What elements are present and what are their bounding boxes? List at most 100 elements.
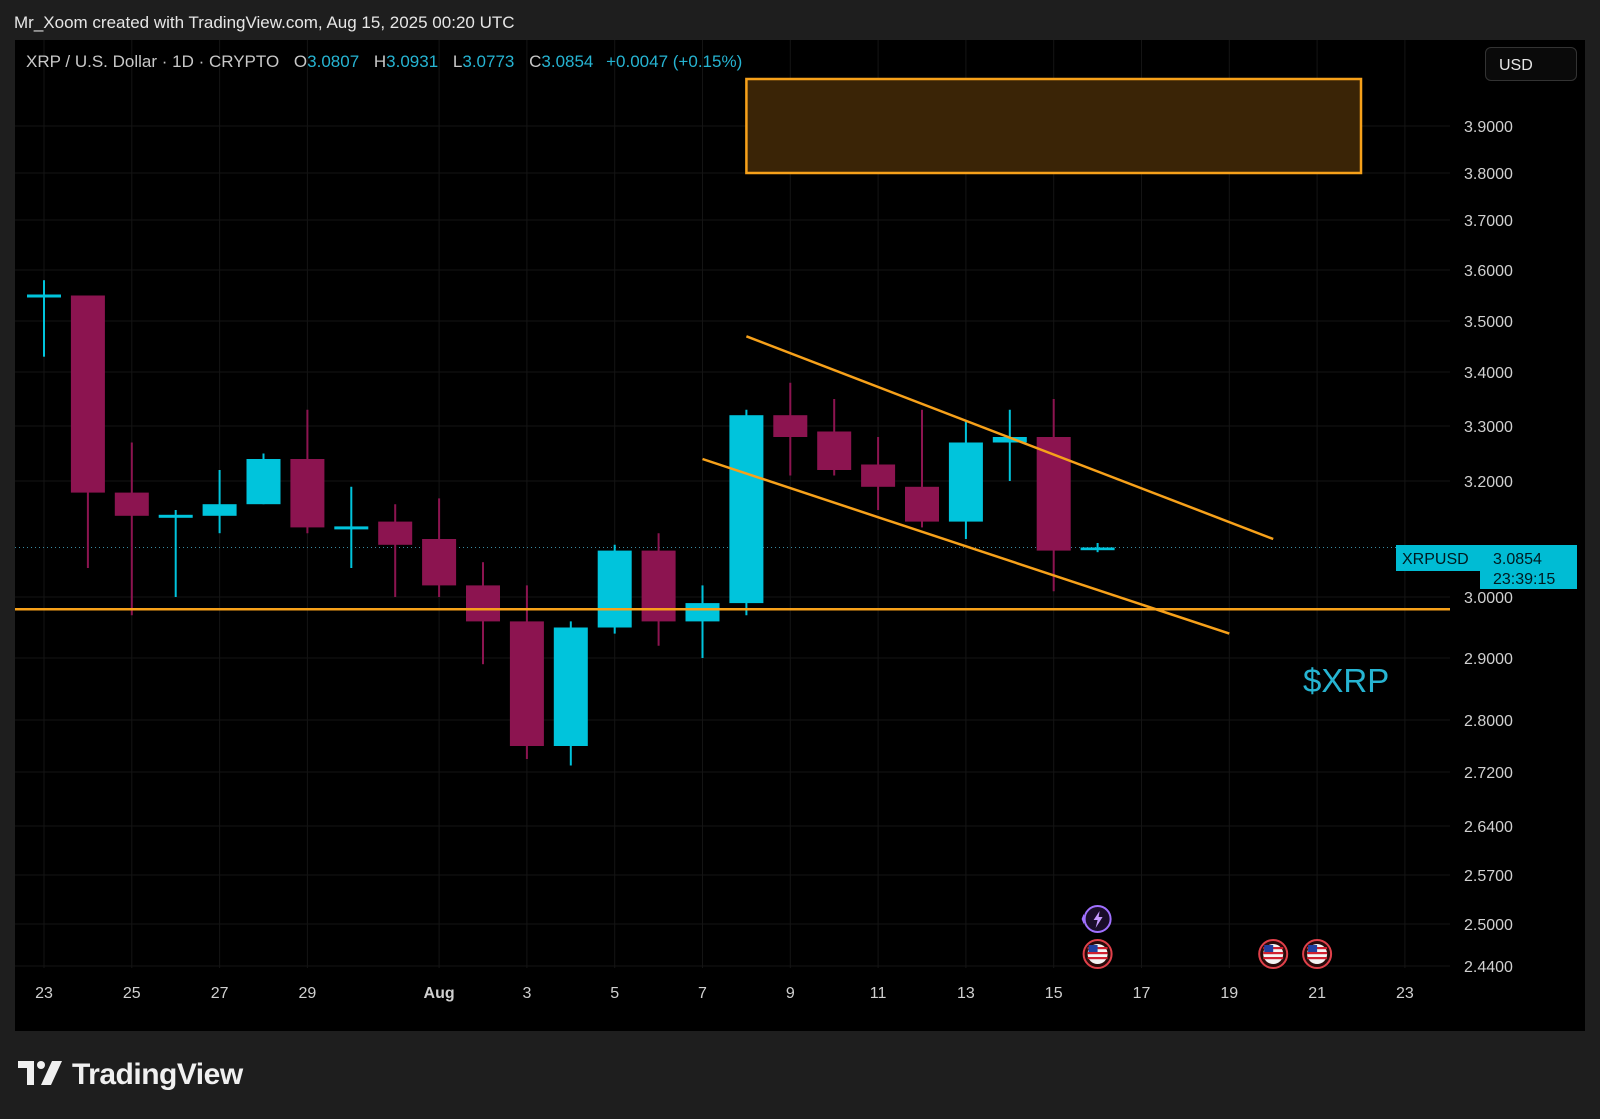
candle-19[interactable]	[861, 437, 896, 510]
us-flag-stripe	[1263, 952, 1284, 955]
candle-body	[334, 526, 369, 530]
price-tick-label: 2.5000	[1464, 917, 1513, 934]
zone-rect[interactable]	[745, 77, 1363, 175]
price-tick-label: 3.8000	[1464, 166, 1513, 183]
us-event-flag-icon[interactable]	[1258, 939, 1289, 969]
candle-body	[861, 464, 896, 487]
candle-6[interactable]	[290, 409, 325, 534]
candle-body	[641, 550, 676, 622]
price-tick-label: 2.9000	[1464, 651, 1513, 668]
time-tick-label: 9	[786, 985, 795, 1002]
open-key: O	[293, 52, 308, 71]
candle-16[interactable]	[729, 409, 764, 616]
time-tick-label: 13	[957, 985, 975, 1002]
us-flag-canton	[1308, 945, 1318, 952]
us-event-flag-icon[interactable]	[1302, 939, 1333, 969]
candle-body	[729, 415, 764, 604]
tradingview-logo-icon	[18, 1061, 62, 1085]
candle-body	[685, 603, 720, 622]
candle-22[interactable]	[992, 409, 1027, 481]
us-event-flag-icon[interactable]	[1082, 939, 1113, 969]
candle-24[interactable]	[1080, 543, 1115, 553]
event-markers[interactable]	[1081, 905, 1333, 969]
us-flag-stripe	[1263, 957, 1284, 960]
time-tick-label: 19	[1220, 985, 1238, 1002]
candle-body	[114, 492, 149, 516]
time-tick-label: 15	[1045, 985, 1063, 1002]
price-tick-label: 3.2000	[1464, 474, 1513, 491]
price-tick-label: 3.5000	[1464, 314, 1513, 331]
annotation-text[interactable]: $XRP	[1303, 662, 1389, 699]
us-flag-canton	[1264, 945, 1274, 952]
candle-11[interactable]	[509, 585, 544, 759]
price-tick-label: 3.0000	[1464, 590, 1513, 607]
candle-body	[246, 459, 281, 505]
time-tick-label: 3	[522, 985, 531, 1002]
low-key: L	[452, 52, 463, 71]
candle-body	[466, 585, 500, 622]
candle-2[interactable]	[114, 442, 149, 616]
earnings-marker-icon[interactable]	[1081, 905, 1112, 933]
price-tick-label: 3.9000	[1464, 119, 1513, 136]
price-tick-label: 2.6400	[1464, 819, 1513, 836]
candle-9[interactable]	[422, 498, 457, 597]
candle-1[interactable]	[70, 295, 105, 569]
candle-body	[1080, 547, 1115, 551]
candle-body	[817, 431, 852, 470]
price-tag-price: 3.0854	[1493, 551, 1542, 568]
candle-18[interactable]	[817, 399, 852, 476]
symbol-legend[interactable]: XRP / U.S. Dollar · 1D · CRYPTO O3.0807 …	[26, 52, 742, 72]
time-tick-label: 11	[870, 985, 887, 1002]
close-value: 3.0854	[541, 52, 594, 71]
symbol-title: XRP / U.S. Dollar · 1D · CRYPTO	[26, 52, 280, 71]
resistance-zone[interactable]	[745, 77, 1363, 175]
price-tick-label: 3.3000	[1464, 419, 1513, 436]
candle-13[interactable]	[597, 544, 632, 634]
candle-4[interactable]	[202, 470, 237, 534]
candle-14[interactable]	[641, 533, 676, 646]
candle-body	[70, 295, 105, 493]
price-tick-label: 3.7000	[1464, 213, 1513, 230]
time-axis[interactable]: 23 25 27 29 Aug 3 5 7 9 11 13 15 17 19 21 23	[35, 985, 1414, 1002]
time-tick-label: 7	[698, 985, 707, 1002]
candle-12[interactable]	[553, 621, 588, 766]
candle-body	[422, 539, 457, 586]
candle-17[interactable]	[773, 382, 808, 476]
candle-21[interactable]	[948, 420, 983, 539]
low-value: 3.0773	[462, 52, 515, 71]
candle-20[interactable]	[905, 409, 939, 528]
candle-body	[509, 621, 544, 746]
time-tick-label: 29	[299, 985, 317, 1002]
time-tick-label: Aug	[424, 985, 455, 1002]
us-flag-stripe	[1307, 952, 1328, 955]
price-tick-label: 2.4400	[1464, 959, 1513, 976]
price-tag: XRPUSD 3.0854 23:39:15	[1396, 545, 1577, 589]
candle-body	[202, 504, 237, 516]
candle-10[interactable]	[466, 562, 500, 665]
change-value: +0.0047 (+0.15%)	[606, 52, 743, 71]
candle-body	[773, 415, 808, 437]
candlestick-chart[interactable]: 3.9000 3.8000 3.7000 3.6000 3.5000 3.4000 3.30…	[0, 0, 1600, 1119]
currency-button[interactable]: USD	[1485, 47, 1577, 81]
time-tick-label: 17	[1133, 985, 1151, 1002]
price-tick-label: 2.8000	[1464, 713, 1513, 730]
candle-3[interactable]	[158, 510, 193, 597]
us-flag-stripe	[1307, 957, 1328, 960]
time-tick-label: 25	[123, 985, 141, 1002]
candle-5[interactable]	[246, 453, 281, 505]
candle-7[interactable]	[334, 486, 369, 568]
candle-8[interactable]	[378, 504, 413, 597]
time-tick-label: 27	[211, 985, 229, 1002]
candle-23[interactable]	[1036, 399, 1071, 592]
close-key: C	[529, 52, 542, 71]
candles	[27, 280, 1115, 766]
time-tick-label: 23	[1396, 985, 1414, 1002]
candle-0[interactable]	[27, 280, 61, 357]
high-value: 3.0931	[386, 52, 439, 71]
candle-body	[158, 514, 193, 518]
price-tick-label: 2.7200	[1464, 765, 1513, 782]
open-value: 3.0807	[307, 52, 360, 71]
us-flag-stripe	[1087, 957, 1108, 960]
candle-15[interactable]	[685, 585, 720, 658]
time-tick-label: 5	[610, 985, 619, 1002]
